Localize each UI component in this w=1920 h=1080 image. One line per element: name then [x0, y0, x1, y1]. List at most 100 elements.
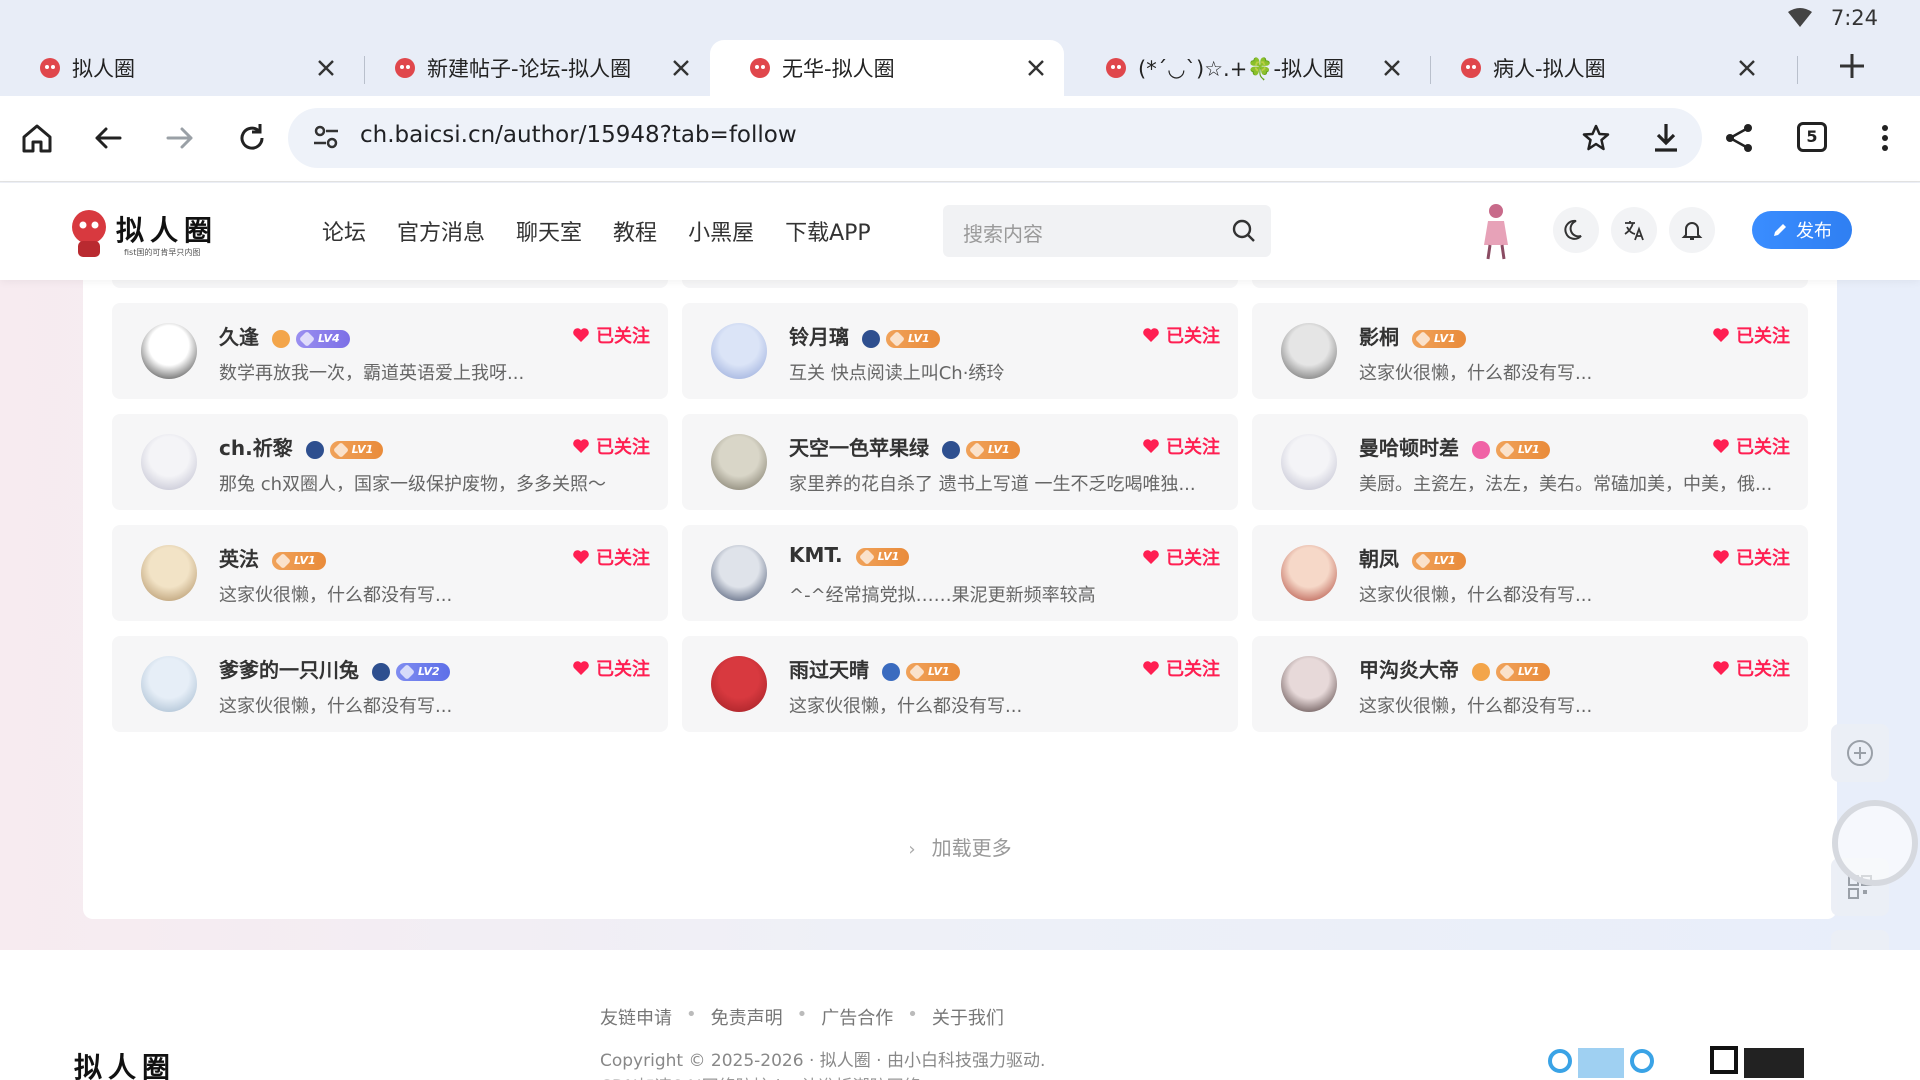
user-badge-icon: [1471, 662, 1490, 681]
user-name[interactable]: 天空一色苹果绿: [789, 436, 929, 460]
back-icon[interactable]: [91, 121, 125, 155]
tab-3[interactable]: (*´◡`)☆.+🍀-拟人圈: [1066, 40, 1420, 96]
character-figure-icon[interactable]: [1478, 201, 1514, 261]
follow-user-card[interactable]: ch.祈黎 LV1 那兔 ch双圈人，国家一级保护废物，多多关照～ 已关注: [112, 414, 668, 510]
avatar[interactable]: [711, 434, 767, 490]
tab-1[interactable]: 新建帖子-论坛-拟人圈: [355, 40, 709, 96]
followed-button[interactable]: 已关注: [1142, 544, 1220, 570]
notification-button[interactable]: [1669, 207, 1715, 253]
follow-user-card[interactable]: 久逢 LV4 数学再放我一次，霸道英语爱上我呀... 已关注: [112, 303, 668, 399]
assistive-touch-button[interactable]: [1832, 800, 1918, 886]
tab-switcher-button[interactable]: 5: [1797, 122, 1827, 152]
bookmark-star-icon[interactable]: [1580, 122, 1612, 154]
search-input[interactable]: 搜索内容: [943, 205, 1271, 257]
followed-button[interactable]: 已关注: [1142, 322, 1220, 348]
user-name[interactable]: 影桐: [1359, 325, 1399, 349]
nav-item-forum[interactable]: 论坛: [322, 215, 366, 247]
user-badge-icon: [271, 329, 290, 348]
close-tab-icon[interactable]: [1024, 56, 1048, 80]
followed-button[interactable]: 已关注: [572, 322, 650, 348]
footer-link-disclaimer[interactable]: 免责声明: [711, 1004, 783, 1030]
followed-button[interactable]: 已关注: [572, 655, 650, 681]
avatar[interactable]: [1281, 545, 1337, 601]
new-tab-icon[interactable]: [1836, 50, 1868, 82]
followed-button[interactable]: 已关注: [1712, 433, 1790, 459]
translate-button[interactable]: [1611, 207, 1657, 253]
search-icon[interactable]: [1231, 218, 1257, 244]
site-settings-icon[interactable]: [310, 121, 342, 153]
followed-button[interactable]: 已关注: [1712, 655, 1790, 681]
footer-link-about[interactable]: 关于我们: [932, 1004, 1004, 1030]
followed-button[interactable]: 已关注: [1142, 655, 1220, 681]
footer-link-friend[interactable]: 友链申请: [600, 1004, 672, 1030]
user-badges: LV1: [1471, 662, 1550, 681]
user-name[interactable]: 雨过天晴: [789, 658, 869, 682]
user-name[interactable]: 英法: [219, 547, 259, 571]
avatar[interactable]: [1281, 656, 1337, 712]
user-name[interactable]: 久逢: [219, 325, 259, 349]
user-name-row: 曼哈顿时差 LV1: [1359, 432, 1550, 461]
close-tab-icon[interactable]: [314, 56, 338, 80]
follow-user-card[interactable]: 铃月璃 LV1 互关 快点阅读上叫Ch·绣玲 已关注: [682, 303, 1238, 399]
footer-qr-icon: [1548, 1048, 1654, 1078]
close-tab-icon[interactable]: [1735, 56, 1759, 80]
followed-button[interactable]: 已关注: [1712, 544, 1790, 570]
nav-item-chatroom[interactable]: 聊天室: [516, 215, 582, 247]
avatar[interactable]: [711, 545, 767, 601]
user-name[interactable]: 朝凤: [1359, 547, 1399, 571]
avatar[interactable]: [711, 323, 767, 379]
url-text[interactable]: ch.baicsi.cn/author/15948?tab=follow: [360, 122, 797, 148]
footer-link-ads[interactable]: 广告合作: [821, 1004, 893, 1030]
follow-user-card[interactable]: 朝凤 LV1 这家伙很懒，什么都没有写... 已关注: [1252, 525, 1808, 621]
followed-button[interactable]: 已关注: [572, 544, 650, 570]
zoom-in-button[interactable]: [1831, 724, 1889, 782]
follow-user-card[interactable]: 英法 LV1 这家伙很懒，什么都没有写... 已关注: [112, 525, 668, 621]
follow-user-card[interactable]: 曼哈顿时差 LV1 美厨。主瓷左，法左，美右。常磕加美，中美，俄... 已关注: [1252, 414, 1808, 510]
nav-item-blackroom[interactable]: 小黑屋: [688, 215, 754, 247]
share-icon[interactable]: [1722, 121, 1756, 155]
avatar[interactable]: [141, 656, 197, 712]
address-bar[interactable]: ch.baicsi.cn/author/15948?tab=follow: [288, 108, 1702, 168]
close-tab-icon[interactable]: [669, 56, 693, 80]
user-name[interactable]: ch.祈黎: [219, 436, 293, 460]
followed-button[interactable]: 已关注: [1712, 322, 1790, 348]
avatar[interactable]: [141, 323, 197, 379]
avatar[interactable]: [1281, 323, 1337, 379]
tab-2[interactable]: 无华-拟人圈: [710, 40, 1064, 96]
followed-button[interactable]: 已关注: [1142, 433, 1220, 459]
level-badge: LV1: [1495, 662, 1550, 681]
nav-item-tutorial[interactable]: 教程: [613, 215, 657, 247]
user-badge-icon: [941, 440, 960, 459]
close-tab-icon[interactable]: [1380, 56, 1404, 80]
avatar[interactable]: [141, 434, 197, 490]
tab-4[interactable]: 病人-拟人圈: [1421, 40, 1775, 96]
download-icon[interactable]: [1650, 121, 1682, 155]
dark-mode-button[interactable]: [1553, 207, 1599, 253]
avatar[interactable]: [141, 545, 197, 601]
avatar[interactable]: [711, 656, 767, 712]
follow-user-card[interactable]: 爹爹的一只川兔 LV2 这家伙很懒，什么都没有写... 已关注: [112, 636, 668, 732]
user-name[interactable]: 铃月璃: [789, 325, 849, 349]
follow-user-card[interactable]: 雨过天晴 LV1 这家伙很懒，什么都没有写... 已关注: [682, 636, 1238, 732]
follow-user-card[interactable]: KMT. LV1 ^-^经常搞党拟……果泥更新频率较高 已关注: [682, 525, 1238, 621]
user-name[interactable]: 甲沟炎大帝: [1359, 658, 1459, 682]
avatar[interactable]: [1281, 434, 1337, 490]
home-icon[interactable]: [20, 121, 54, 155]
load-more-button[interactable]: › 加载更多: [83, 832, 1837, 861]
more-menu-icon[interactable]: [1868, 121, 1902, 155]
user-name[interactable]: 爹爹的一只川兔: [219, 658, 359, 682]
follow-label: 已关注: [1736, 437, 1790, 458]
tab-0[interactable]: 拟人圈: [0, 40, 354, 96]
reload-icon[interactable]: [235, 121, 269, 155]
user-name[interactable]: 曼哈顿时差: [1359, 436, 1459, 460]
forward-icon[interactable]: [163, 121, 197, 155]
publish-button[interactable]: 发布: [1752, 211, 1852, 249]
nav-item-official-news[interactable]: 官方消息: [397, 215, 485, 247]
nav-item-download-app[interactable]: 下载APP: [785, 215, 871, 247]
follow-user-card[interactable]: 影桐 LV1 这家伙很懒，什么都没有写... 已关注: [1252, 303, 1808, 399]
site-logo[interactable]: 拟人圈 fist国的可肯早只内图: [66, 203, 226, 263]
followed-button[interactable]: 已关注: [572, 433, 650, 459]
user-name[interactable]: KMT.: [789, 543, 843, 567]
follow-user-card[interactable]: 天空一色苹果绿 LV1 家里养的花自杀了 遗书上写道 一生不乏吃喝唯独... 已…: [682, 414, 1238, 510]
follow-user-card[interactable]: 甲沟炎大帝 LV1 这家伙很懒，什么都没有写... 已关注: [1252, 636, 1808, 732]
